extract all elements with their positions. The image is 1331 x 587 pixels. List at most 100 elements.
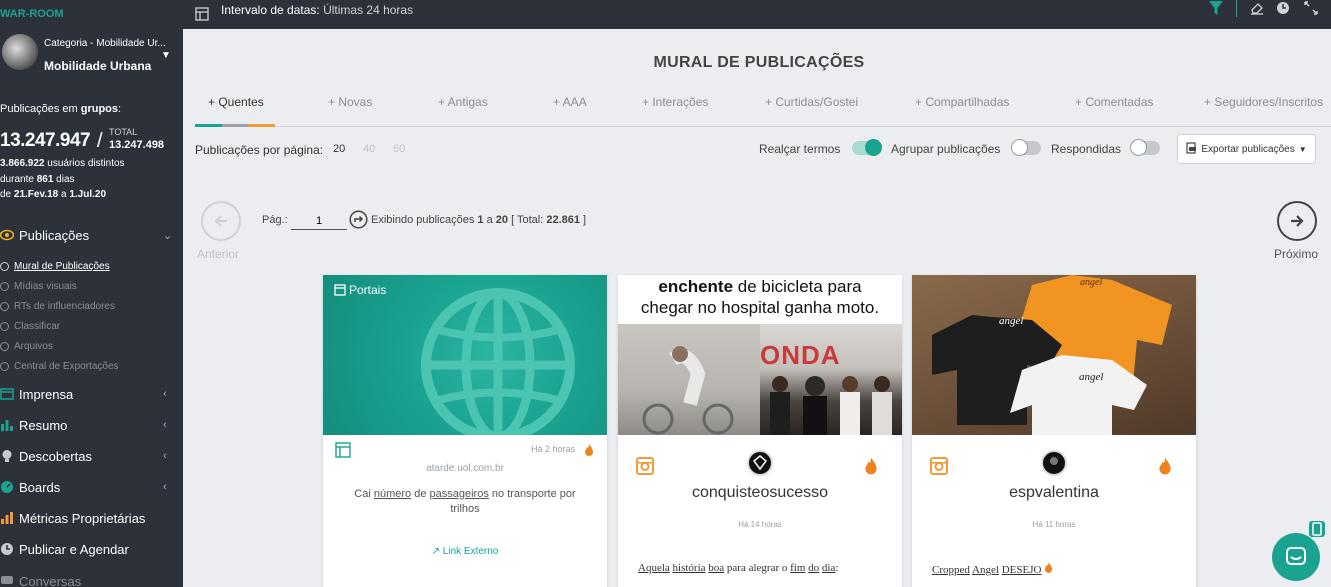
eraser-icon[interactable] bbox=[1250, 1, 1264, 18]
notification-badge[interactable] bbox=[1309, 521, 1325, 537]
menu-boards[interactable]: Boards ‹ bbox=[0, 476, 183, 498]
brand-logo[interactable]: WAR-ROOM bbox=[0, 8, 64, 20]
date-range[interactable]: Intervalo de datas: Últimas 24 horas bbox=[221, 3, 413, 17]
menu-label: Conversas bbox=[19, 573, 82, 587]
chevron-left-icon: ‹ bbox=[163, 481, 167, 493]
group-toggle[interactable] bbox=[1011, 139, 1041, 156]
avatar[interactable] bbox=[1041, 450, 1067, 476]
export-button[interactable]: Exportar publicações ▼ bbox=[1177, 134, 1316, 164]
instagram-icon bbox=[636, 457, 654, 480]
text-part: para alegrar o bbox=[726, 562, 788, 574]
category-avatar bbox=[2, 34, 38, 70]
post-domain[interactable]: atarde.uol.com.br bbox=[323, 463, 607, 474]
avatar[interactable] bbox=[747, 450, 773, 476]
previous-button[interactable] bbox=[201, 201, 241, 241]
tab-seguidores[interactable]: + Seguidores/Inscritos bbox=[1204, 95, 1323, 109]
highlight-toggle[interactable] bbox=[852, 139, 882, 156]
menu-label: Publicações bbox=[19, 227, 90, 243]
next-label[interactable]: Próximo bbox=[1274, 247, 1318, 261]
arrow-left-icon bbox=[214, 215, 227, 227]
highlighted-term[interactable]: história bbox=[673, 562, 706, 574]
page-number-input[interactable] bbox=[291, 213, 347, 230]
category-title[interactable]: Mobilidade Urbana bbox=[44, 59, 151, 73]
submenu-rts[interactable]: RTs de influenciadores bbox=[0, 301, 115, 312]
menu-label: Publicar e Agendar bbox=[19, 541, 129, 557]
highlighted-term[interactable]: dia bbox=[822, 562, 835, 574]
external-link[interactable]: ↗ Link Externo bbox=[323, 546, 607, 557]
filter-icon[interactable] bbox=[1208, 0, 1224, 19]
post-text: Cai número de passageiros no transporte … bbox=[347, 487, 583, 517]
menu-imprensa[interactable]: Imprensa ‹ bbox=[0, 383, 183, 405]
tab-quentes[interactable]: + Quentes bbox=[208, 95, 264, 109]
submenu-midias[interactable]: Mídias visuais bbox=[0, 281, 77, 292]
highlighted-term[interactable]: do bbox=[808, 562, 819, 574]
topbar-divider bbox=[1236, 0, 1237, 17]
previous-label[interactable]: Anterior bbox=[197, 247, 239, 261]
fire-icon bbox=[1044, 562, 1053, 576]
tab-antigas[interactable]: + Antigas bbox=[438, 95, 488, 109]
per-page-60[interactable]: 60 bbox=[393, 143, 405, 155]
bar-chart-icon bbox=[0, 418, 14, 432]
highlighted-term[interactable]: Cropped bbox=[932, 564, 970, 576]
showing-total-suffix: ] bbox=[580, 214, 587, 226]
tshirts-figure bbox=[932, 275, 1172, 435]
menu-publicar[interactable]: Publicar e Agendar bbox=[0, 538, 183, 560]
submenu-arquivos[interactable]: Arquivos bbox=[0, 341, 53, 352]
post-username[interactable]: conquisteosucesso bbox=[618, 484, 902, 502]
tab-compartilhadas[interactable]: + Compartilhadas bbox=[915, 95, 1009, 109]
submenu-classificar[interactable]: Classificar bbox=[0, 321, 60, 332]
from-date: 21.Fev.18 bbox=[13, 189, 59, 200]
chat-widget-button[interactable] bbox=[1272, 533, 1320, 581]
publication-count: 13.247.947 bbox=[0, 130, 91, 151]
menu-resumo[interactable]: Resumo ‹ bbox=[0, 414, 183, 436]
highlighted-term[interactable]: passageiros bbox=[430, 488, 489, 500]
publication-card[interactable]: Portais Há 2 horas atarde.uol.com.br Cai… bbox=[323, 275, 607, 587]
tab-novas[interactable]: + Novas bbox=[328, 95, 372, 109]
menu-label: Imprensa bbox=[19, 386, 74, 402]
tab-aaa[interactable]: + AAA bbox=[553, 95, 587, 109]
date-range-label: Intervalo de datas: bbox=[221, 3, 320, 17]
menu-metricas[interactable]: Métricas Proprietárias bbox=[0, 507, 183, 529]
highlighted-term[interactable]: boa bbox=[708, 562, 724, 574]
menu-publicacoes[interactable]: Publicações ⌄ bbox=[0, 224, 183, 246]
tab-interacoes[interactable]: + Interações bbox=[642, 95, 708, 109]
category-subtitle[interactable]: Categoria - Mobilidade Ur... bbox=[44, 38, 169, 49]
clock-icon[interactable] bbox=[1276, 1, 1290, 18]
answered-toggle[interactable] bbox=[1130, 139, 1160, 156]
chevron-down-icon[interactable]: ▼ bbox=[161, 50, 171, 61]
highlighted-term[interactable]: Angel bbox=[972, 564, 999, 576]
showing-summary: Exibindo publicações 1 a 20 [ Total: 22.… bbox=[371, 214, 586, 226]
publication-card[interactable]: angel angel angel espvalentina Há 11 hor… bbox=[912, 275, 1196, 587]
arrow-right-icon bbox=[1291, 215, 1304, 227]
highlighted-term[interactable]: fim bbox=[790, 562, 805, 574]
submenu-exportacoes[interactable]: Central de Exportações bbox=[0, 361, 119, 372]
showing-prefix: Exibindo publicações bbox=[371, 214, 478, 226]
text-part: de bbox=[411, 488, 430, 500]
portal-icon bbox=[335, 442, 351, 463]
menu-conversas[interactable]: Conversas bbox=[0, 570, 183, 587]
bar-chart-icon bbox=[0, 511, 14, 525]
tab-comentadas[interactable]: + Comentadas bbox=[1075, 95, 1153, 109]
toggle-knob bbox=[1130, 139, 1147, 156]
days-label: dias bbox=[53, 174, 75, 185]
go-arrow-icon[interactable] bbox=[349, 210, 368, 234]
highlighted-term[interactable]: número bbox=[374, 488, 411, 500]
next-button[interactable] bbox=[1277, 201, 1317, 241]
submenu-mural[interactable]: Mural de Publicações bbox=[0, 261, 110, 272]
expand-icon[interactable] bbox=[1304, 1, 1318, 18]
chevron-left-icon: ‹ bbox=[163, 419, 167, 431]
post-username[interactable]: espvalentina bbox=[912, 484, 1196, 502]
publication-card[interactable]: enchente de bicicleta para chegar no hos… bbox=[618, 275, 902, 587]
submenu-label: Central de Exportações bbox=[14, 361, 119, 372]
tab-curtidas[interactable]: + Curtidas/Gostei bbox=[765, 95, 858, 109]
highlighted-term[interactable]: Aquela bbox=[638, 562, 670, 574]
highlighted-term[interactable]: DESEJO bbox=[1002, 564, 1042, 576]
submenu-label: Classificar bbox=[14, 321, 61, 332]
layout-icon[interactable] bbox=[195, 7, 209, 24]
per-page-20[interactable]: 20 bbox=[333, 143, 345, 155]
toggle-knob bbox=[865, 139, 882, 156]
menu-descobertas[interactable]: Descobertas ‹ bbox=[0, 445, 183, 467]
menu-label: Descobertas bbox=[19, 448, 92, 464]
showing-to: 20 bbox=[495, 214, 509, 226]
per-page-40[interactable]: 40 bbox=[363, 143, 375, 155]
